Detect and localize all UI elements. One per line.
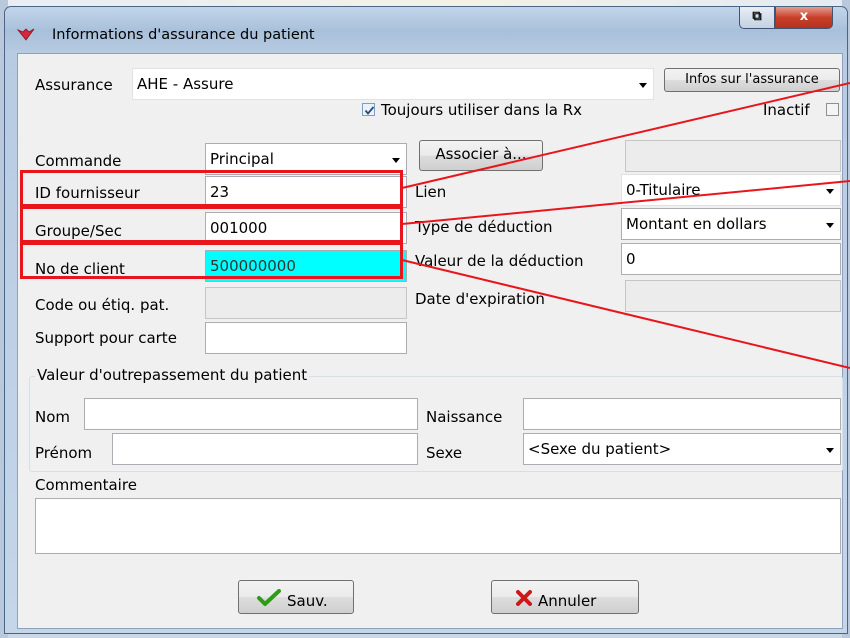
annotation-lines	[401, 82, 850, 369]
